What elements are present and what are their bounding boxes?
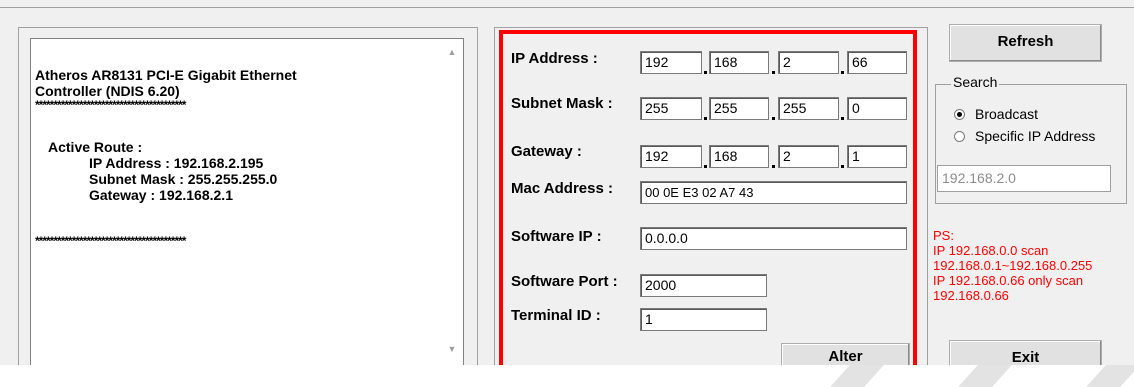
ps-line: 192.168.0.66 [933,288,1009,303]
active-route-label: Active Route : [48,139,143,155]
scroll-up-icon[interactable]: ▲ [446,47,458,57]
mac-address-label: Mac Address : [511,180,613,197]
ps-line: IP 192.168.0.0 scan [933,243,1049,258]
adapter-name-line1: Atheros AR8131 PCI-E Gigabit Ethernet [35,67,297,83]
software-ip-field[interactable]: 0.0.0.0 [640,227,907,250]
mask-octet-4[interactable]: 0 [847,97,907,120]
specific-ip-radio[interactable] [954,131,965,142]
ip-dot-3 [841,71,844,74]
software-port-label: Software Port : [511,273,618,290]
gateway-dot-3 [841,165,844,168]
gateway-octet-2[interactable]: 168 [709,145,769,168]
top-divider [0,7,1134,8]
ps-note: PS: IP 192.168.0.0 scan 192.168.0.1~192.… [933,228,1092,303]
ip-address-label: IP Address : [511,50,598,67]
ps-line: IP 192.168.0.66 only scan [933,273,1084,288]
mask-octet-2[interactable]: 255 [709,97,769,120]
scroll-down-icon[interactable]: ▼ [446,344,458,354]
mask-dot-2 [772,117,775,120]
adapter-info-list[interactable]: Atheros AR8131 PCI-E Gigabit Ethernet Co… [30,38,464,367]
broadcast-radio[interactable] [954,109,965,120]
radio-selected-dot [957,112,962,117]
mask-dot-3 [841,117,844,120]
refresh-button[interactable]: Refresh [949,24,1102,62]
mask-octet-1[interactable]: 255 [640,97,702,120]
search-ip-field[interactable]: 192.168.2.0 [937,165,1111,192]
software-ip-label: Software IP : [511,228,602,245]
broadcast-label[interactable]: Broadcast [975,106,1038,122]
mask-dot-1 [704,117,707,120]
route-subnet-mask: Subnet Mask : 255.255.255.0 [89,171,278,187]
ps-line: PS: [933,228,954,243]
gateway-label: Gateway : [511,143,582,160]
mask-octet-3[interactable]: 255 [778,97,839,120]
route-gateway: Gateway : 192.168.2.1 [89,187,233,203]
ip-octet-4[interactable]: 66 [847,51,907,74]
mac-address-field[interactable]: 00 0E E3 02 A7 43 [640,181,907,204]
gateway-octet-3[interactable]: 2 [778,145,839,168]
gateway-dot-2 [772,165,775,168]
gateway-octet-1[interactable]: 192 [640,145,702,168]
specific-ip-label[interactable]: Specific IP Address [975,128,1095,144]
terminal-id-label: Terminal ID : [511,307,601,324]
separator-bottom: ****************************************… [35,234,186,248]
separator-top: ****************************************… [35,98,186,112]
subnet-mask-label: Subnet Mask : [511,95,613,112]
ip-octet-2[interactable]: 168 [709,51,769,74]
ip-octet-1[interactable]: 192 [640,51,702,74]
ps-line: 192.168.0.1~192.168.0.255 [933,258,1093,273]
gateway-octet-4[interactable]: 1 [847,145,907,168]
ip-octet-3[interactable]: 2 [778,51,839,74]
search-group-title: Search [951,74,1000,90]
gateway-dot-1 [704,165,707,168]
software-port-field[interactable]: 2000 [640,274,767,297]
adapter-name-line2: Controller (NDIS 6.20) [35,83,180,99]
ip-dot-2 [772,71,775,74]
info-scrollbar[interactable] [442,39,463,366]
ip-dot-1 [704,71,707,74]
route-ip-address: IP Address : 192.168.2.195 [89,155,264,171]
terminal-id-field[interactable]: 1 [640,308,767,331]
